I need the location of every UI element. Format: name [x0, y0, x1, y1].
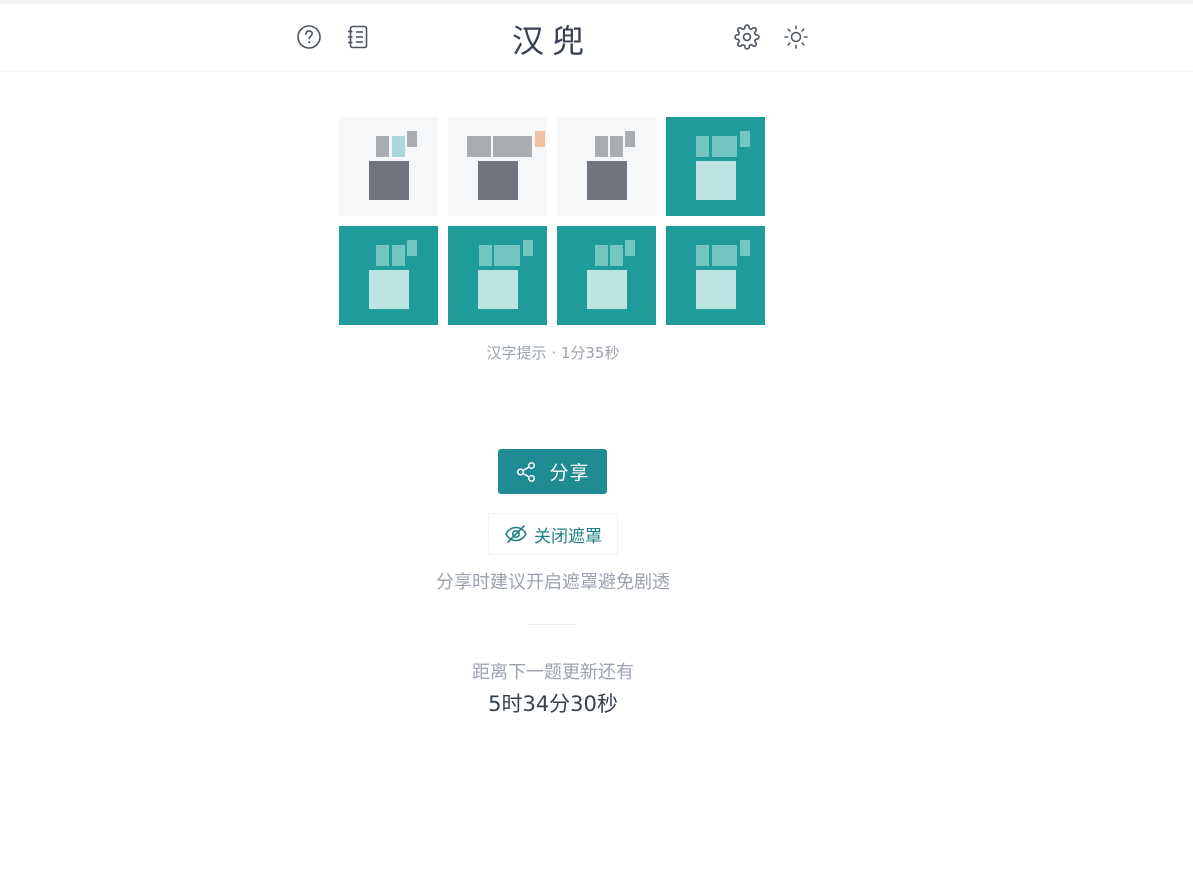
final-block: [696, 161, 736, 200]
history-button[interactable]: [340, 19, 376, 55]
guess-grid: [339, 117, 767, 325]
tone-block: [535, 131, 545, 147]
tone-block: [625, 240, 635, 256]
eye-off-icon: [505, 525, 527, 543]
spoiler-tip: 分享时建议开启遮罩避免剧透: [436, 572, 670, 593]
tone-block: [740, 131, 750, 147]
final-block: [696, 270, 736, 309]
radical-block: [494, 245, 520, 266]
divider: [528, 624, 576, 625]
guess-tile: [557, 117, 656, 216]
guess-tile: [666, 226, 765, 325]
share-button-label: 分享: [549, 462, 590, 484]
page-title: 汉兜: [511, 22, 592, 60]
radical-block: [376, 245, 389, 266]
tone-block: [625, 131, 635, 147]
final-block: [478, 270, 518, 309]
sun-icon: [784, 25, 808, 49]
radical-block: [493, 136, 532, 157]
final-block: [587, 161, 627, 200]
radical-block: [610, 136, 623, 157]
radical-block: [479, 245, 492, 266]
next-puzzle-label: 距离下一题更新还有: [472, 662, 634, 683]
header-bar: 汉兜: [0, 4, 1193, 72]
radical-block: [696, 136, 709, 157]
radical-block: [712, 245, 737, 266]
radical-block: [595, 245, 608, 266]
tone-block: [407, 131, 417, 147]
tone-block: [407, 240, 417, 256]
hint-summary: 汉字提示 · 1分35秒: [486, 344, 620, 362]
tone-block: [740, 240, 750, 256]
guess-tile: [448, 117, 547, 216]
radical-block: [610, 245, 623, 266]
guess-tile: [557, 226, 656, 325]
radical-block: [595, 136, 608, 157]
tone-block: [523, 240, 533, 256]
settings-button[interactable]: [729, 19, 765, 55]
radical-block: [392, 136, 405, 157]
share-button[interactable]: 分享: [498, 449, 607, 494]
final-block: [369, 161, 409, 200]
guess-tile: [339, 226, 438, 325]
final-block: [478, 161, 518, 200]
gear-icon: [734, 24, 760, 50]
guess-tile: [448, 226, 547, 325]
notebook-icon: [348, 25, 368, 49]
final-block: [587, 270, 627, 309]
radical-block: [376, 136, 389, 157]
radical-block: [696, 245, 709, 266]
toggle-mask-button[interactable]: 关闭遮罩: [488, 513, 618, 555]
final-block: [369, 270, 409, 309]
share-icon: [517, 461, 536, 482]
radical-block: [392, 245, 405, 266]
guess-tile: [666, 117, 765, 216]
help-icon: [297, 25, 321, 49]
help-button[interactable]: [291, 19, 327, 55]
toggle-mask-label: 关闭遮罩: [534, 526, 602, 547]
radical-block: [712, 136, 737, 157]
countdown-timer: 5时34分30秒: [488, 692, 618, 716]
radical-block: [467, 136, 491, 157]
guess-tile: [339, 117, 438, 216]
theme-toggle-button[interactable]: [778, 19, 814, 55]
